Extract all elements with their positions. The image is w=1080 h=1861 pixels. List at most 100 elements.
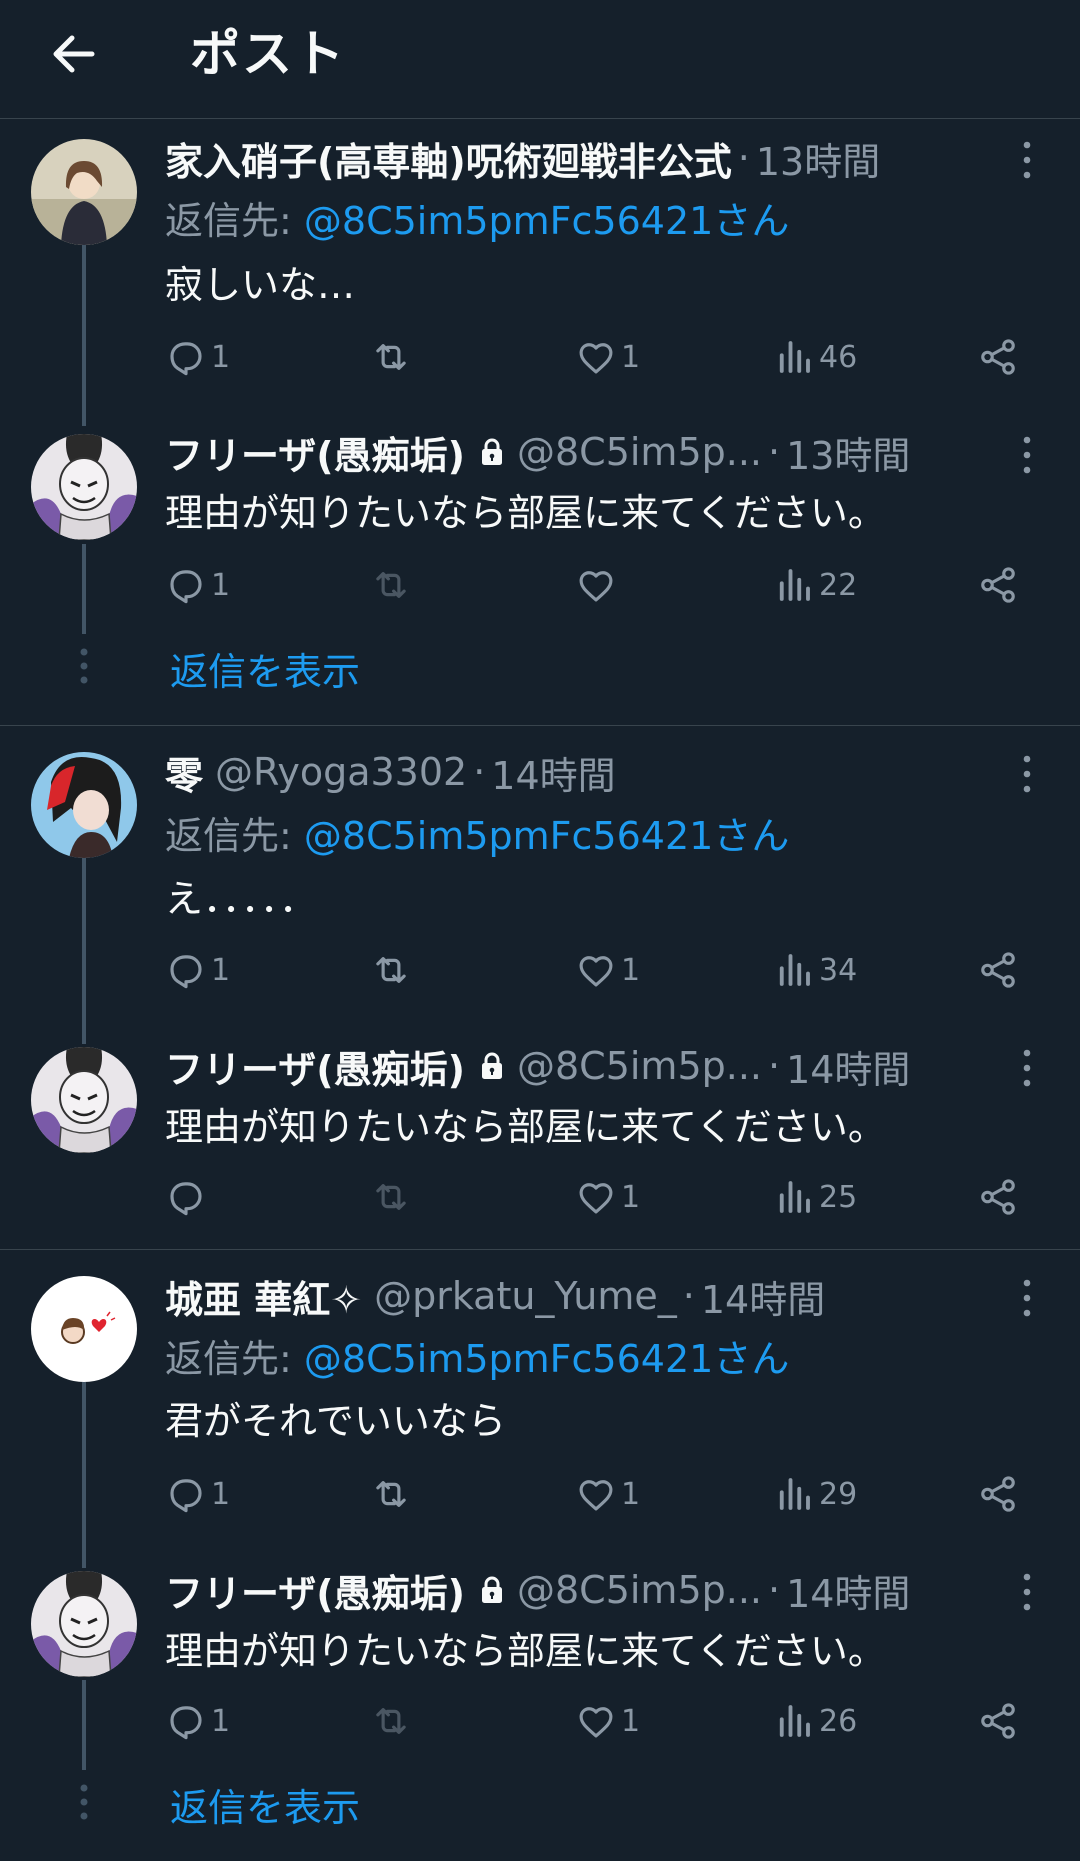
share-icon bbox=[977, 1176, 1019, 1218]
reply-button[interactable]: 1 bbox=[165, 332, 230, 382]
reply-button[interactable]: 1 bbox=[165, 1469, 230, 1519]
post-time[interactable]: 13時間 bbox=[756, 131, 880, 186]
action-bar: 1 1 29 bbox=[165, 1469, 1045, 1519]
avatar[interactable] bbox=[31, 1047, 137, 1153]
more-options-icon[interactable] bbox=[1015, 1273, 1039, 1323]
views-button[interactable]: 34 bbox=[773, 945, 857, 995]
user-handle[interactable]: @8C5im5p... bbox=[517, 1568, 762, 1612]
display-name[interactable]: 家入硝子(高専軸)呪術廻戦非公式 bbox=[165, 131, 732, 186]
user-handle[interactable]: @prkatu_Yume_ bbox=[374, 1274, 677, 1318]
retweet-icon bbox=[370, 564, 412, 606]
retweet-icon bbox=[370, 1473, 412, 1515]
retweet-icon bbox=[370, 949, 412, 991]
retweet-button[interactable] bbox=[370, 332, 416, 382]
heart-icon bbox=[575, 1176, 617, 1218]
retweet-button[interactable] bbox=[370, 1172, 416, 1222]
back-arrow-icon[interactable] bbox=[44, 24, 104, 84]
heart-icon bbox=[575, 336, 617, 378]
views-button[interactable]: 22 bbox=[773, 560, 857, 610]
reply-to-handle[interactable]: @8C5im5pmFc56421さん bbox=[304, 199, 789, 243]
like-button[interactable]: 1 bbox=[575, 332, 640, 382]
display-name[interactable]: 零 bbox=[165, 745, 203, 800]
more-options-icon[interactable] bbox=[1015, 135, 1039, 185]
avatar[interactable] bbox=[31, 1571, 137, 1677]
like-button[interactable]: 1 bbox=[575, 945, 640, 995]
heart-icon bbox=[575, 1473, 617, 1515]
reply-to-line: 返信先: @8C5im5pmFc56421さん bbox=[165, 805, 789, 860]
more-options-icon[interactable] bbox=[1015, 1567, 1039, 1617]
share-button[interactable] bbox=[977, 332, 1019, 382]
post-text: 君がそれでいいなら bbox=[165, 1399, 506, 1443]
views-button[interactable]: 46 bbox=[773, 332, 857, 382]
reply-button[interactable]: 1 bbox=[165, 945, 230, 995]
bar-chart-icon bbox=[773, 1473, 815, 1515]
display-name[interactable]: フリーザ(愚痴垢) bbox=[165, 1039, 465, 1094]
user-handle[interactable]: @8C5im5p... bbox=[517, 1044, 762, 1088]
post-time[interactable]: 14時間 bbox=[491, 745, 615, 800]
display-name[interactable]: フリーザ(愚痴垢) bbox=[165, 1563, 465, 1618]
post-time[interactable]: 14時間 bbox=[786, 1039, 910, 1094]
share-button[interactable] bbox=[977, 1469, 1019, 1519]
post-text: 理由が知りたいなら部屋に来てください。 bbox=[165, 491, 886, 535]
user-handle[interactable]: @8C5im5p... bbox=[517, 430, 762, 474]
reply-to-line: 返信先: @8C5im5pmFc56421さん bbox=[165, 1328, 789, 1383]
reply-button[interactable] bbox=[165, 1172, 211, 1222]
divider bbox=[0, 725, 1080, 726]
like-button[interactable]: 1 bbox=[575, 1469, 640, 1519]
post-header: 零 @Ryoga3302 · 14時間 bbox=[165, 744, 616, 800]
more-options-icon[interactable] bbox=[1015, 430, 1039, 480]
reply-to-handle[interactable]: @8C5im5pmFc56421さん bbox=[304, 814, 789, 858]
share-button[interactable] bbox=[977, 560, 1019, 610]
avatar[interactable] bbox=[31, 434, 137, 540]
share-button[interactable] bbox=[977, 1696, 1019, 1746]
like-button[interactable] bbox=[575, 560, 621, 610]
like-count: 1 bbox=[621, 1703, 641, 1739]
share-icon bbox=[977, 949, 1019, 991]
thread-more-dots-icon bbox=[78, 1782, 90, 1822]
user-handle[interactable]: @Ryoga3302 bbox=[215, 750, 467, 794]
retweet-button[interactable] bbox=[370, 560, 416, 610]
bar-chart-icon bbox=[773, 564, 815, 606]
avatar[interactable] bbox=[31, 1276, 137, 1382]
reply-icon bbox=[165, 1176, 207, 1218]
reply-icon bbox=[165, 564, 207, 606]
post-time[interactable]: 14時間 bbox=[701, 1269, 825, 1324]
heart-icon bbox=[575, 564, 617, 606]
retweet-button[interactable] bbox=[370, 945, 416, 995]
retweet-button[interactable] bbox=[370, 1469, 416, 1519]
views-button[interactable]: 29 bbox=[773, 1469, 857, 1519]
action-bar: 1 1 26 bbox=[165, 1696, 1045, 1746]
like-count: 1 bbox=[621, 339, 641, 375]
reply-to-handle[interactable]: @8C5im5pmFc56421さん bbox=[304, 1337, 789, 1381]
views-button[interactable]: 25 bbox=[773, 1172, 857, 1222]
post-text: え．．．．． bbox=[165, 877, 318, 921]
avatar[interactable] bbox=[31, 139, 137, 245]
like-button[interactable]: 1 bbox=[575, 1696, 640, 1746]
post-time[interactable]: 14時間 bbox=[786, 1563, 910, 1618]
reply-to-line: 返信先: @8C5im5pmFc56421さん bbox=[165, 190, 789, 245]
retweet-icon bbox=[370, 336, 412, 378]
display-name[interactable]: 城亜 華紅✧ bbox=[165, 1269, 362, 1324]
more-options-icon[interactable] bbox=[1015, 749, 1039, 799]
share-button[interactable] bbox=[977, 1172, 1019, 1222]
reply-count: 1 bbox=[211, 567, 231, 603]
post-time[interactable]: 13時間 bbox=[786, 425, 910, 480]
reply-icon bbox=[165, 949, 207, 991]
show-replies-link[interactable]: 返信を表示 bbox=[170, 1777, 360, 1832]
views-count: 22 bbox=[819, 567, 858, 603]
retweet-button[interactable] bbox=[370, 1696, 416, 1746]
bar-chart-icon bbox=[773, 949, 815, 991]
like-count: 1 bbox=[621, 1179, 641, 1215]
more-options-icon[interactable] bbox=[1015, 1043, 1039, 1093]
show-replies-link[interactable]: 返信を表示 bbox=[170, 641, 360, 696]
views-count: 25 bbox=[819, 1179, 858, 1215]
avatar[interactable] bbox=[31, 752, 137, 858]
views-button[interactable]: 26 bbox=[773, 1696, 857, 1746]
like-count: 1 bbox=[621, 952, 641, 988]
reply-button[interactable]: 1 bbox=[165, 1696, 230, 1746]
like-button[interactable]: 1 bbox=[575, 1172, 640, 1222]
display-name[interactable]: フリーザ(愚痴垢) bbox=[165, 425, 465, 480]
reply-button[interactable]: 1 bbox=[165, 560, 230, 610]
share-button[interactable] bbox=[977, 945, 1019, 995]
reply-count: 1 bbox=[211, 339, 231, 375]
